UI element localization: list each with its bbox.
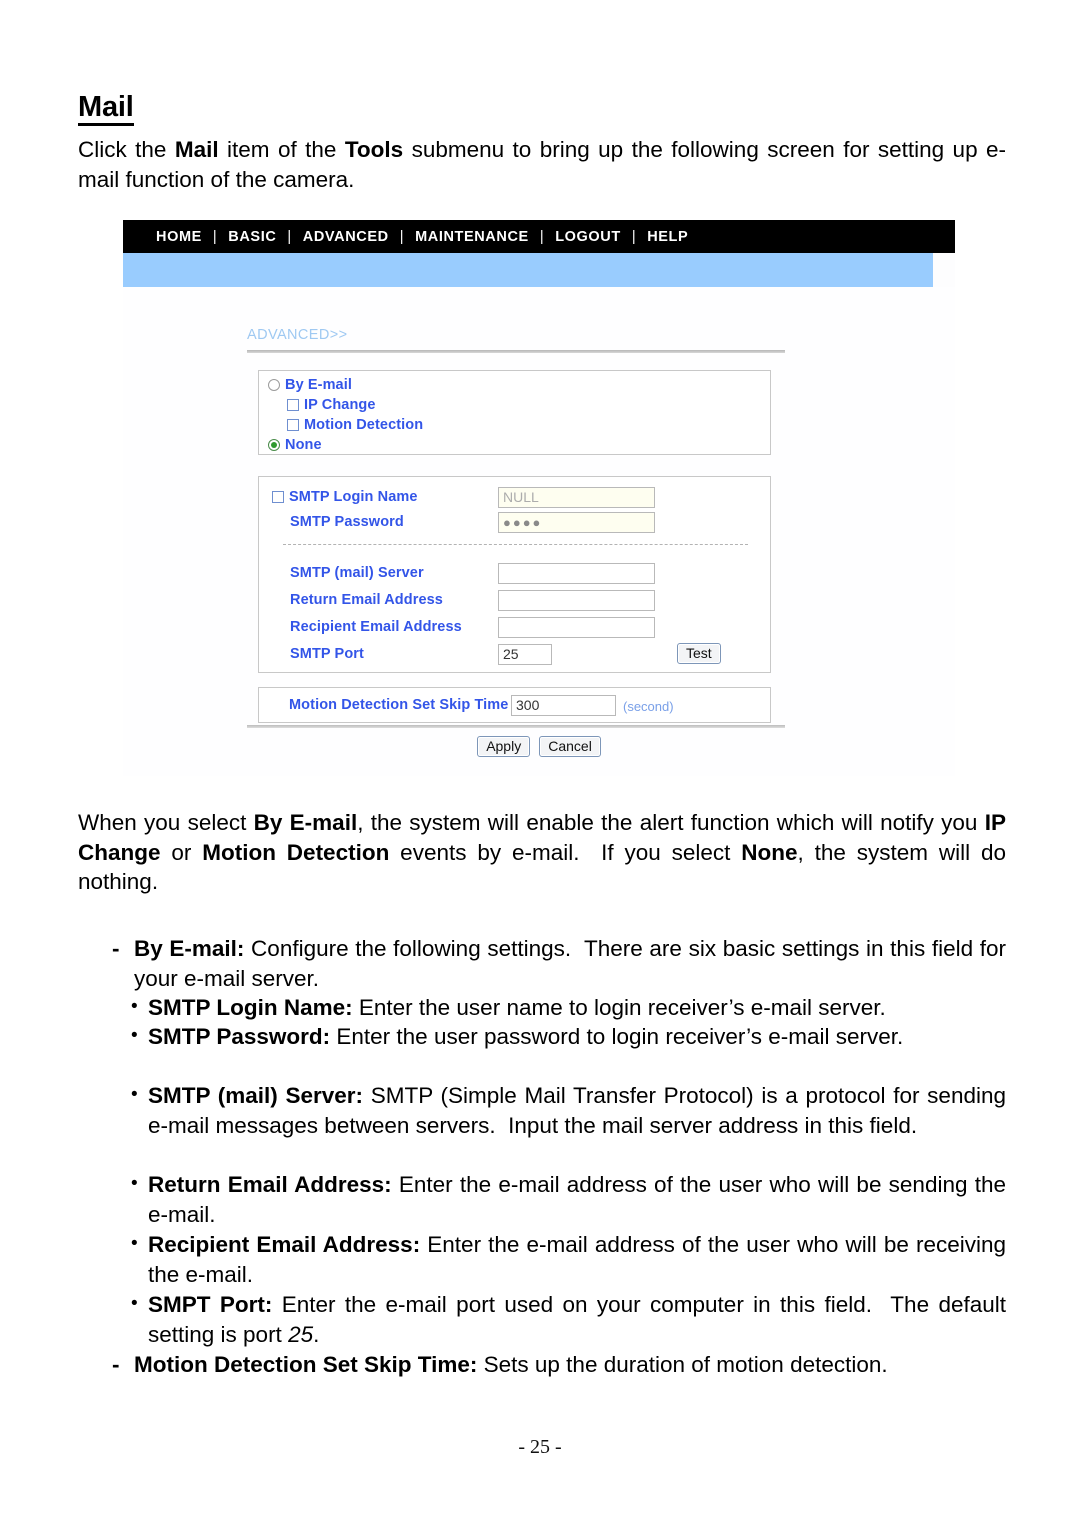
smtp-settings-panel: SMTP Login Name NULL SMTP Password ●●●● … xyxy=(258,476,771,673)
smtp-password-label: SMTP Password xyxy=(290,514,404,530)
form-bottom-divider xyxy=(247,725,785,728)
radio-by-email-icon[interactable] xyxy=(268,379,280,391)
smtp-login-name-input[interactable]: NULL xyxy=(498,487,655,508)
nav-separator: | xyxy=(631,228,637,245)
bullet-by-email: - By E-mail: Configure the following set… xyxy=(112,934,1006,993)
test-button[interactable]: Test xyxy=(677,643,721,664)
checkbox-motion-detection-icon[interactable] xyxy=(287,419,299,431)
smtp-login-name-row: SMTP Login Name xyxy=(272,489,418,505)
option-ip-change[interactable]: IP Change xyxy=(287,397,376,413)
bullet-return-email: • Return Email Address: Enter the e-mail… xyxy=(131,1170,1006,1229)
smtp-password-input[interactable]: ●●●● xyxy=(498,512,655,533)
when-select-paragraph: When you select By E-mail, the system wi… xyxy=(78,810,1006,895)
document-page: Mail Click the Mail item of the Tools su… xyxy=(0,0,1080,1528)
ui-content-area: ADVANCED>> By E-mail IP Change Motion De… xyxy=(123,287,955,776)
nav-item-advanced[interactable]: ADVANCED xyxy=(303,229,389,245)
bullet-dot-icon: • xyxy=(131,996,138,1017)
smtp-server-input[interactable] xyxy=(498,563,655,584)
bullet-smpt-port: • SMPT Port: Enter the e-mail port used … xyxy=(131,1290,1007,1349)
return-email-input[interactable] xyxy=(498,590,655,611)
bullet-smtp-login-name-text: SMTP Login Name: Enter the user name to … xyxy=(148,995,886,1020)
option-motion-detection[interactable]: Motion Detection xyxy=(287,417,423,433)
smtp-port-label: SMTP Port xyxy=(290,646,364,662)
option-none-label: None xyxy=(285,437,322,453)
smtp-port-input[interactable]: 25 xyxy=(498,644,552,665)
bullet-dot-icon: • xyxy=(131,1293,138,1314)
nav-separator: | xyxy=(399,228,405,245)
bullet-motion-skip-text: Motion Detection Set Skip Time: Sets up … xyxy=(134,1352,888,1377)
top-navigation-bar: HOME | BASIC | ADVANCED | MAINTENANCE | … xyxy=(123,220,955,253)
bullet-smtp-server-text: SMTP (mail) Server: SMTP (Simple Mail Tr… xyxy=(148,1083,1006,1138)
breadcrumb: ADVANCED>> xyxy=(247,327,348,343)
radio-none-icon[interactable] xyxy=(268,439,280,451)
alert-mode-panel: By E-mail IP Change Motion Detection Non… xyxy=(258,370,771,455)
camera-web-ui-screenshot: HOME | BASIC | ADVANCED | MAINTENANCE | … xyxy=(123,220,955,776)
bullet-dash-marker: - xyxy=(112,936,120,961)
smtp-port-row: SMTP Port xyxy=(290,646,364,662)
bullet-smpt-port-text: SMPT Port: Enter the e-mail port used on… xyxy=(148,1292,1007,1347)
return-email-row: Return Email Address xyxy=(290,592,443,608)
nav-item-maintenance[interactable]: MAINTENANCE xyxy=(415,229,529,245)
smtp-server-row: SMTP (mail) Server xyxy=(290,565,424,581)
page-title: Mail xyxy=(78,92,134,127)
bullet-recipient-email-text: Recipient Email Address: Enter the e-mai… xyxy=(148,1232,1006,1287)
bullet-dot-icon: • xyxy=(131,1233,138,1254)
form-action-buttons: Apply Cancel xyxy=(123,736,955,757)
nav-separator: | xyxy=(539,228,545,245)
bullet-smtp-password-text: SMTP Password: Enter the user password t… xyxy=(148,1024,904,1049)
recipient-email-label: Recipient Email Address xyxy=(290,619,462,635)
bullet-dot-icon: • xyxy=(131,1025,138,1046)
smtp-server-label: SMTP (mail) Server xyxy=(290,565,424,581)
nav-item-logout[interactable]: LOGOUT xyxy=(555,229,621,245)
nav-item-help[interactable]: HELP xyxy=(647,229,688,245)
bullet-motion-skip: - Motion Detection Set Skip Time: Sets u… xyxy=(112,1350,1006,1380)
motion-skip-unit: (second) xyxy=(623,699,674,714)
recipient-email-input[interactable] xyxy=(498,617,655,638)
smtp-login-name-label: SMTP Login Name xyxy=(289,489,418,505)
motion-skip-input[interactable]: 300 xyxy=(511,695,616,716)
motion-skip-panel: Motion Detection Set Skip Time 300 (seco… xyxy=(258,687,771,723)
bullet-dash-marker: - xyxy=(112,1352,120,1377)
option-by-email-label: By E-mail xyxy=(285,377,352,393)
nav-separator: | xyxy=(287,228,292,245)
bullet-by-email-text: By E-mail: Configure the following setti… xyxy=(134,936,1006,991)
checkbox-smtp-login-name-icon[interactable] xyxy=(272,491,284,503)
intro-paragraph: Click the Mail item of the Tools submenu… xyxy=(78,137,1007,192)
bullet-return-email-text: Return Email Address: Enter the e-mail a… xyxy=(148,1172,1006,1227)
smtp-password-row: SMTP Password xyxy=(290,514,404,530)
cancel-button[interactable]: Cancel xyxy=(539,736,601,757)
nav-item-basic[interactable]: BASIC xyxy=(228,229,276,245)
option-motion-detection-label: Motion Detection xyxy=(304,417,424,433)
option-ip-change-label: IP Change xyxy=(304,397,376,413)
bullet-smtp-login-name: • SMTP Login Name: Enter the user name t… xyxy=(131,993,1006,1023)
return-email-label: Return Email Address xyxy=(290,592,443,608)
nav-separator: | xyxy=(212,228,218,245)
bullet-recipient-email: • Recipient Email Address: Enter the e-m… xyxy=(131,1230,1006,1289)
bullet-smtp-password: • SMTP Password: Enter the user password… xyxy=(131,1022,1006,1052)
option-none[interactable]: None xyxy=(268,437,322,453)
bullet-dot-icon: • xyxy=(131,1084,138,1105)
accent-bar xyxy=(123,253,933,287)
nav-items: HOME | BASIC | ADVANCED | MAINTENANCE | … xyxy=(156,229,688,245)
page-number: - 25 - xyxy=(518,1436,562,1458)
nav-item-home[interactable]: HOME xyxy=(156,229,202,245)
checkbox-ip-change-icon[interactable] xyxy=(287,399,299,411)
bullet-dot-icon: • xyxy=(131,1173,138,1194)
recipient-email-row: Recipient Email Address xyxy=(290,619,462,635)
option-by-email[interactable]: By E-mail xyxy=(268,377,352,393)
panel-dashed-divider xyxy=(283,544,748,545)
bullet-smtp-server: • SMTP (mail) Server: SMTP (Simple Mail … xyxy=(131,1081,1006,1140)
apply-button[interactable]: Apply xyxy=(477,736,531,757)
breadcrumb-divider xyxy=(247,350,785,353)
motion-skip-label-wrap: Motion Detection Set Skip Time xyxy=(289,697,508,713)
motion-skip-label: Motion Detection Set Skip Time xyxy=(289,697,509,713)
